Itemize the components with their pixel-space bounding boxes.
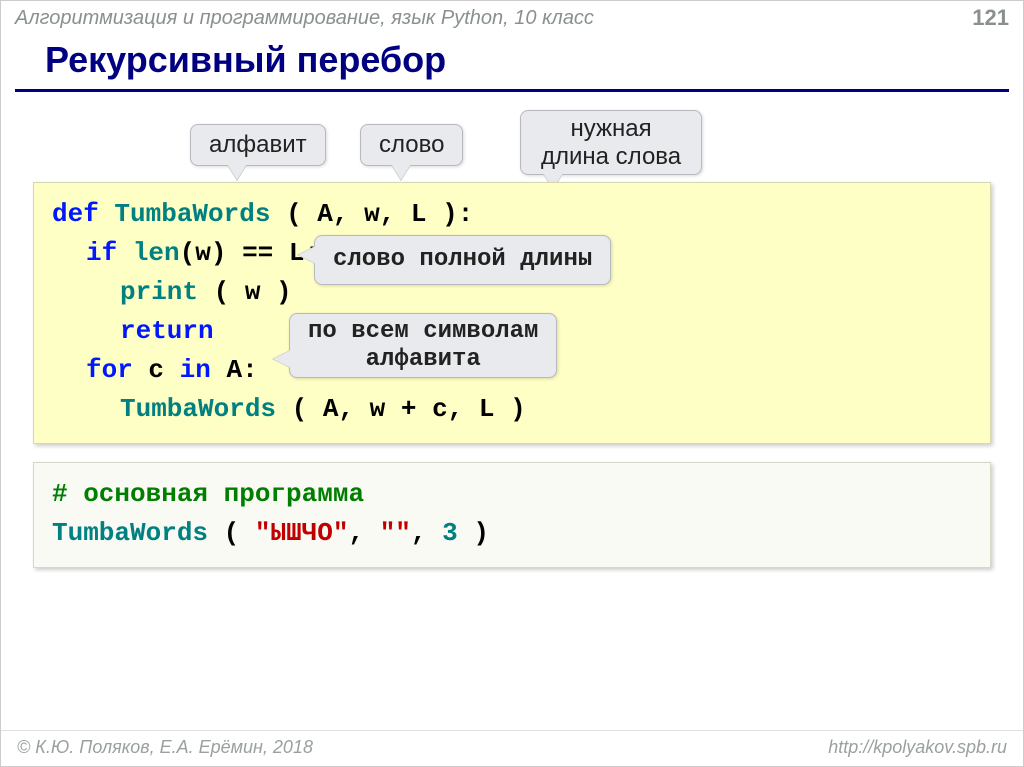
callout-row: алфавит слово нужная длина слова xyxy=(15,112,1009,182)
callout-text: алфавит xyxy=(209,131,307,158)
kw-if: if xyxy=(86,238,117,268)
copyright-text: © К.Ю. Поляков, Е.А. Ерёмин, 2018 xyxy=(17,737,313,758)
fn-call: TumbaWords xyxy=(52,518,208,548)
comma: , xyxy=(348,518,364,548)
callout-word: слово xyxy=(360,124,463,166)
code-line: TumbaWords ( A, w + c, L ) xyxy=(52,390,972,429)
var-A: A: xyxy=(226,355,257,385)
footer-url: http://kpolyakov.spb.ru xyxy=(828,737,1007,758)
fn-recur: TumbaWords xyxy=(120,394,276,424)
code-line: def TumbaWords ( A, w, L ): xyxy=(52,195,972,234)
print-args: ( w ) xyxy=(214,277,292,307)
eq: == xyxy=(242,238,273,268)
subject-text: Алгоритмизация и программирование, язык … xyxy=(15,7,594,30)
callout-text: по всем символам алфавита xyxy=(308,318,538,373)
kw-print: print xyxy=(120,277,198,307)
callout-text: нужная длина слова xyxy=(541,115,681,170)
comment: # основная программа xyxy=(52,479,364,509)
kw-for: for xyxy=(86,355,133,385)
comma: , xyxy=(411,518,427,548)
kw-def: def xyxy=(52,199,99,229)
code-line: TumbaWords ( "ЫШЧО", "", 3 ) xyxy=(52,514,972,553)
paren-open: ( xyxy=(224,518,240,548)
fn-name: TumbaWords xyxy=(114,199,270,229)
callout-text: слово xyxy=(379,131,444,158)
len-args: (w) xyxy=(180,238,227,268)
code-line: # основная программа xyxy=(52,475,972,514)
page-title: Рекурсивный перебор xyxy=(15,33,1009,92)
code-params: ( A, w, L ): xyxy=(286,199,473,229)
callout-full-word: слово полной длины xyxy=(314,235,611,285)
content-area: алфавит слово нужная длина слова def Tum… xyxy=(1,112,1023,568)
callout-length: нужная длина слова xyxy=(520,110,702,175)
str-literal: "" xyxy=(380,518,411,548)
kw-return: return xyxy=(120,316,214,346)
kw-in: in xyxy=(180,355,211,385)
callout-text: слово полной длины xyxy=(333,246,592,273)
callout-alphabet: алфавит xyxy=(190,124,326,166)
num-literal: 3 xyxy=(442,518,458,548)
header-bar: Алгоритмизация и программирование, язык … xyxy=(1,1,1023,33)
page-number: 121 xyxy=(972,5,1009,31)
var-c: c xyxy=(148,355,164,385)
callout-all-chars: по всем символам алфавита xyxy=(289,313,557,378)
str-literal: "ЫШЧО" xyxy=(255,518,349,548)
footer-bar: © К.Ю. Поляков, Е.А. Ерёмин, 2018 http:/… xyxy=(1,730,1023,766)
recur-args: ( A, w + c, L ) xyxy=(292,394,526,424)
code-block-main: # основная программа TumbaWords ( "ЫШЧО"… xyxy=(33,462,991,568)
kw-len: len xyxy=(133,238,180,268)
paren-close: ) xyxy=(473,518,489,548)
code-block-function: def TumbaWords ( A, w, L ): if len(w) ==… xyxy=(33,182,991,444)
